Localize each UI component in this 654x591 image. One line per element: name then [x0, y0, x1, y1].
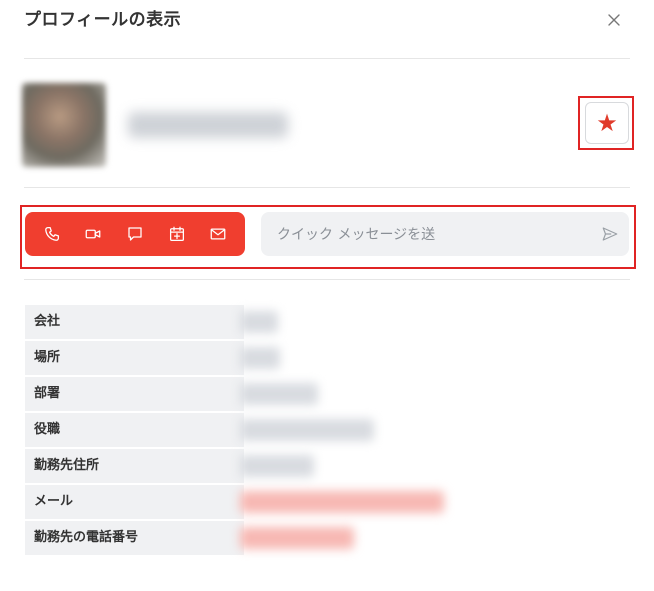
calendar-add-icon	[169, 226, 184, 242]
favorite-button[interactable]: ★	[585, 102, 629, 144]
phone-icon	[44, 226, 59, 241]
mail-icon	[210, 228, 226, 240]
video-call-button[interactable]	[76, 217, 110, 251]
info-row-email: メール	[25, 485, 625, 519]
info-value-redacted	[240, 383, 318, 405]
email-link-redacted[interactable]	[240, 491, 444, 513]
header-divider	[24, 58, 630, 59]
info-row-work-phone: 勤務先の電話番号	[25, 521, 625, 555]
star-icon: ★	[596, 109, 618, 137]
profile-name-redacted	[128, 112, 288, 138]
info-row-location: 場所	[25, 341, 625, 375]
video-icon	[86, 229, 101, 239]
chat-button[interactable]	[118, 217, 152, 251]
info-label: 勤務先住所	[25, 449, 244, 483]
phone-link-redacted[interactable]	[240, 527, 354, 549]
quick-message-input[interactable]	[275, 212, 579, 258]
info-label: 会社	[25, 305, 244, 339]
info-label: 勤務先の電話番号	[25, 521, 244, 555]
info-row-department: 部署	[25, 377, 625, 411]
info-label: 場所	[25, 341, 244, 375]
info-value-redacted	[240, 311, 278, 333]
close-icon[interactable]	[604, 10, 624, 30]
avatar	[22, 83, 106, 167]
dialog-title: プロフィールの表示	[24, 10, 182, 30]
quick-message-box	[261, 212, 629, 258]
info-row-title: 役職	[25, 413, 625, 447]
info-value-redacted	[240, 455, 314, 477]
info-row-work-address: 勤務先住所	[25, 449, 625, 483]
info-value-redacted	[240, 419, 374, 441]
info-row-company: 会社	[25, 305, 625, 339]
email-button[interactable]	[201, 217, 235, 251]
info-label: メール	[25, 485, 244, 519]
actions-divider	[24, 279, 630, 280]
call-button[interactable]	[35, 217, 69, 251]
schedule-meeting-button[interactable]	[160, 217, 194, 251]
contact-actions-bar	[25, 212, 245, 256]
info-value-redacted	[240, 347, 280, 369]
info-label: 役職	[25, 413, 244, 447]
info-label: 部署	[25, 377, 244, 411]
chat-icon	[128, 227, 142, 241]
profile-divider	[24, 187, 630, 188]
send-icon[interactable]	[601, 225, 619, 243]
